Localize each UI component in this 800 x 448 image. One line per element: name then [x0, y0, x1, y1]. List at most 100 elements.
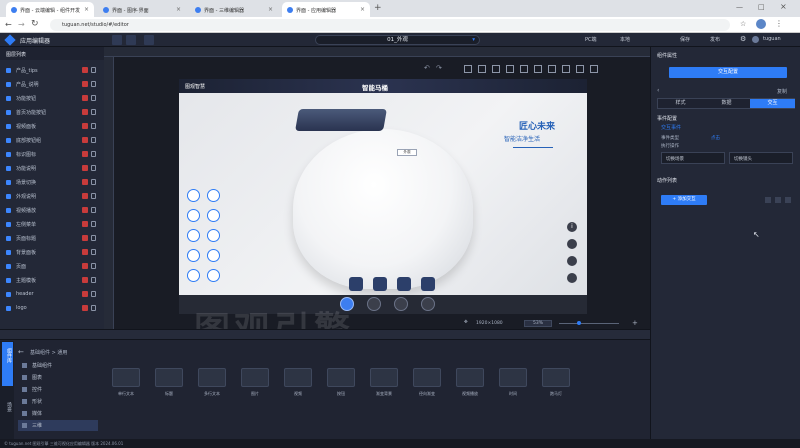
category-item[interactable]: 三维 — [18, 420, 98, 431]
eye-icon[interactable] — [82, 221, 88, 227]
eye-icon[interactable] — [82, 277, 88, 283]
lock-icon[interactable] — [91, 277, 96, 283]
layer-item[interactable]: 产品_tips — [0, 64, 104, 77]
undo-icon[interactable]: ↶ — [424, 64, 430, 72]
lock-icon[interactable] — [91, 137, 96, 143]
lock-icon[interactable] — [91, 193, 96, 199]
new-tab-icon[interactable]: + — [374, 3, 382, 13]
eye-icon[interactable] — [82, 305, 88, 311]
browser-tab-2[interactable]: 界面 - 三维编辑器 × — [190, 2, 278, 17]
category-item[interactable]: 媒体 — [18, 408, 98, 419]
eye-icon[interactable] — [82, 95, 88, 101]
layer-item[interactable]: 页面标题 — [0, 232, 104, 245]
rotate-icon[interactable] — [567, 256, 577, 266]
lock-icon[interactable] — [91, 221, 96, 227]
component-thumbnail[interactable] — [413, 368, 441, 387]
back-icon[interactable]: ← — [18, 348, 24, 356]
fit-icon[interactable]: ✥ — [464, 320, 468, 325]
info-icon[interactable]: i — [567, 222, 577, 232]
toolbar-preview-button[interactable] — [144, 35, 154, 45]
lock-icon[interactable] — [91, 235, 96, 241]
component-thumbnail[interactable] — [155, 368, 183, 387]
align-top-icon[interactable] — [506, 65, 514, 73]
tab-style[interactable]: 样式 — [658, 99, 703, 108]
lock-icon[interactable] — [91, 151, 96, 157]
layer-item[interactable]: 功能说明 — [0, 162, 104, 175]
lock-icon[interactable] — [91, 305, 96, 311]
eye-icon[interactable] — [82, 165, 88, 171]
layer-item[interactable]: 首页功能按钮 — [0, 106, 104, 119]
distribute-h-icon[interactable] — [548, 65, 556, 73]
distribute-v-icon[interactable] — [562, 65, 570, 73]
lock-icon[interactable] — [91, 109, 96, 115]
forward-icon[interactable]: → — [18, 20, 25, 29]
browser-tab-3[interactable]: 界面 - 应用编辑器 × — [282, 2, 370, 17]
lock-icon[interactable] — [590, 65, 598, 73]
category-item[interactable]: 图表 — [18, 372, 98, 383]
layer-item[interactable]: 视频面板 — [0, 120, 104, 133]
gear-icon[interactable]: ⚙ — [740, 35, 746, 43]
eye-icon[interactable] — [82, 123, 88, 129]
browser-tab-1[interactable]: 界面 - 图序·界面 × — [98, 2, 186, 17]
maximize-icon[interactable]: □ — [758, 3, 765, 11]
component-thumbnail[interactable] — [198, 368, 226, 387]
component-thumbnail[interactable] — [542, 368, 570, 387]
component-thumbnail[interactable] — [284, 368, 312, 387]
feature-button[interactable] — [207, 189, 220, 202]
tab-data[interactable]: 数据 — [704, 99, 749, 108]
eye-icon[interactable] — [82, 179, 88, 185]
feature-button[interactable] — [207, 229, 220, 242]
hotspot-marker[interactable]: 外观 — [397, 149, 417, 156]
layer-item[interactable]: 主题模板 — [0, 274, 104, 287]
component-thumbnail[interactable] — [112, 368, 140, 387]
fullscreen-icon[interactable] — [567, 273, 577, 283]
product-toilet-image[interactable] — [293, 129, 473, 289]
close-icon[interactable]: × — [268, 6, 273, 13]
layer-item[interactable]: 标识图标 — [0, 148, 104, 161]
eye-icon[interactable] — [82, 109, 88, 115]
artboard[interactable]: 图观智慧 智能马桶 外观 匠心未来 智能洁净生活 i — [179, 79, 587, 314]
zoom-value[interactable]: 53% — [524, 320, 552, 327]
zoom-slider-track[interactable] — [559, 323, 619, 324]
feature-button[interactable] — [187, 229, 200, 242]
lock-icon[interactable] — [91, 249, 96, 255]
eye-icon[interactable] — [82, 263, 88, 269]
feature-button[interactable] — [187, 269, 200, 282]
window-close-icon[interactable]: × — [780, 2, 787, 11]
eye-icon[interactable] — [82, 193, 88, 199]
avatar[interactable] — [752, 36, 759, 43]
eye-icon[interactable] — [82, 249, 88, 255]
component-thumbnail[interactable] — [241, 368, 269, 387]
align-left-icon[interactable] — [464, 65, 472, 73]
menu-icon[interactable]: ⋮ — [775, 19, 783, 28]
lock-icon[interactable] — [91, 207, 96, 213]
toolbar-redo-button[interactable] — [126, 35, 136, 45]
move-down-icon[interactable] — [775, 197, 781, 203]
reload-icon[interactable]: ↻ — [31, 19, 39, 29]
eye-icon[interactable] — [82, 151, 88, 157]
lock-icon[interactable] — [91, 165, 96, 171]
lock-icon[interactable] — [91, 263, 96, 269]
tab-interaction[interactable]: 交互 — [750, 99, 795, 108]
layer-item[interactable]: 外观说明 — [0, 190, 104, 203]
layer-item[interactable]: 底部按钮组 — [0, 134, 104, 147]
view-button-1[interactable] — [349, 277, 363, 291]
layer-item[interactable]: 左侧菜单 — [0, 218, 104, 231]
layer-item[interactable]: 页面 — [0, 260, 104, 273]
lock-icon[interactable] — [91, 291, 96, 297]
profile-avatar[interactable] — [756, 19, 766, 29]
zoom-in-icon[interactable]: + — [632, 319, 638, 327]
eye-icon[interactable] — [82, 81, 88, 87]
layer-item[interactable]: 功能按钮 — [0, 92, 104, 105]
eye-icon[interactable] — [82, 137, 88, 143]
align-bottom-icon[interactable] — [534, 65, 542, 73]
category-item[interactable]: 控件 — [18, 384, 98, 395]
url-field[interactable]: tuguan.net/studio/#/editor — [50, 19, 730, 31]
eye-icon[interactable] — [82, 67, 88, 73]
minimize-icon[interactable]: — — [736, 3, 743, 11]
category-item[interactable]: 形状 — [18, 396, 98, 407]
component-thumbnail[interactable] — [370, 368, 398, 387]
close-icon[interactable]: × — [176, 6, 181, 13]
layer-item[interactable]: 背景面板 — [0, 246, 104, 259]
view-button-3[interactable] — [397, 277, 411, 291]
